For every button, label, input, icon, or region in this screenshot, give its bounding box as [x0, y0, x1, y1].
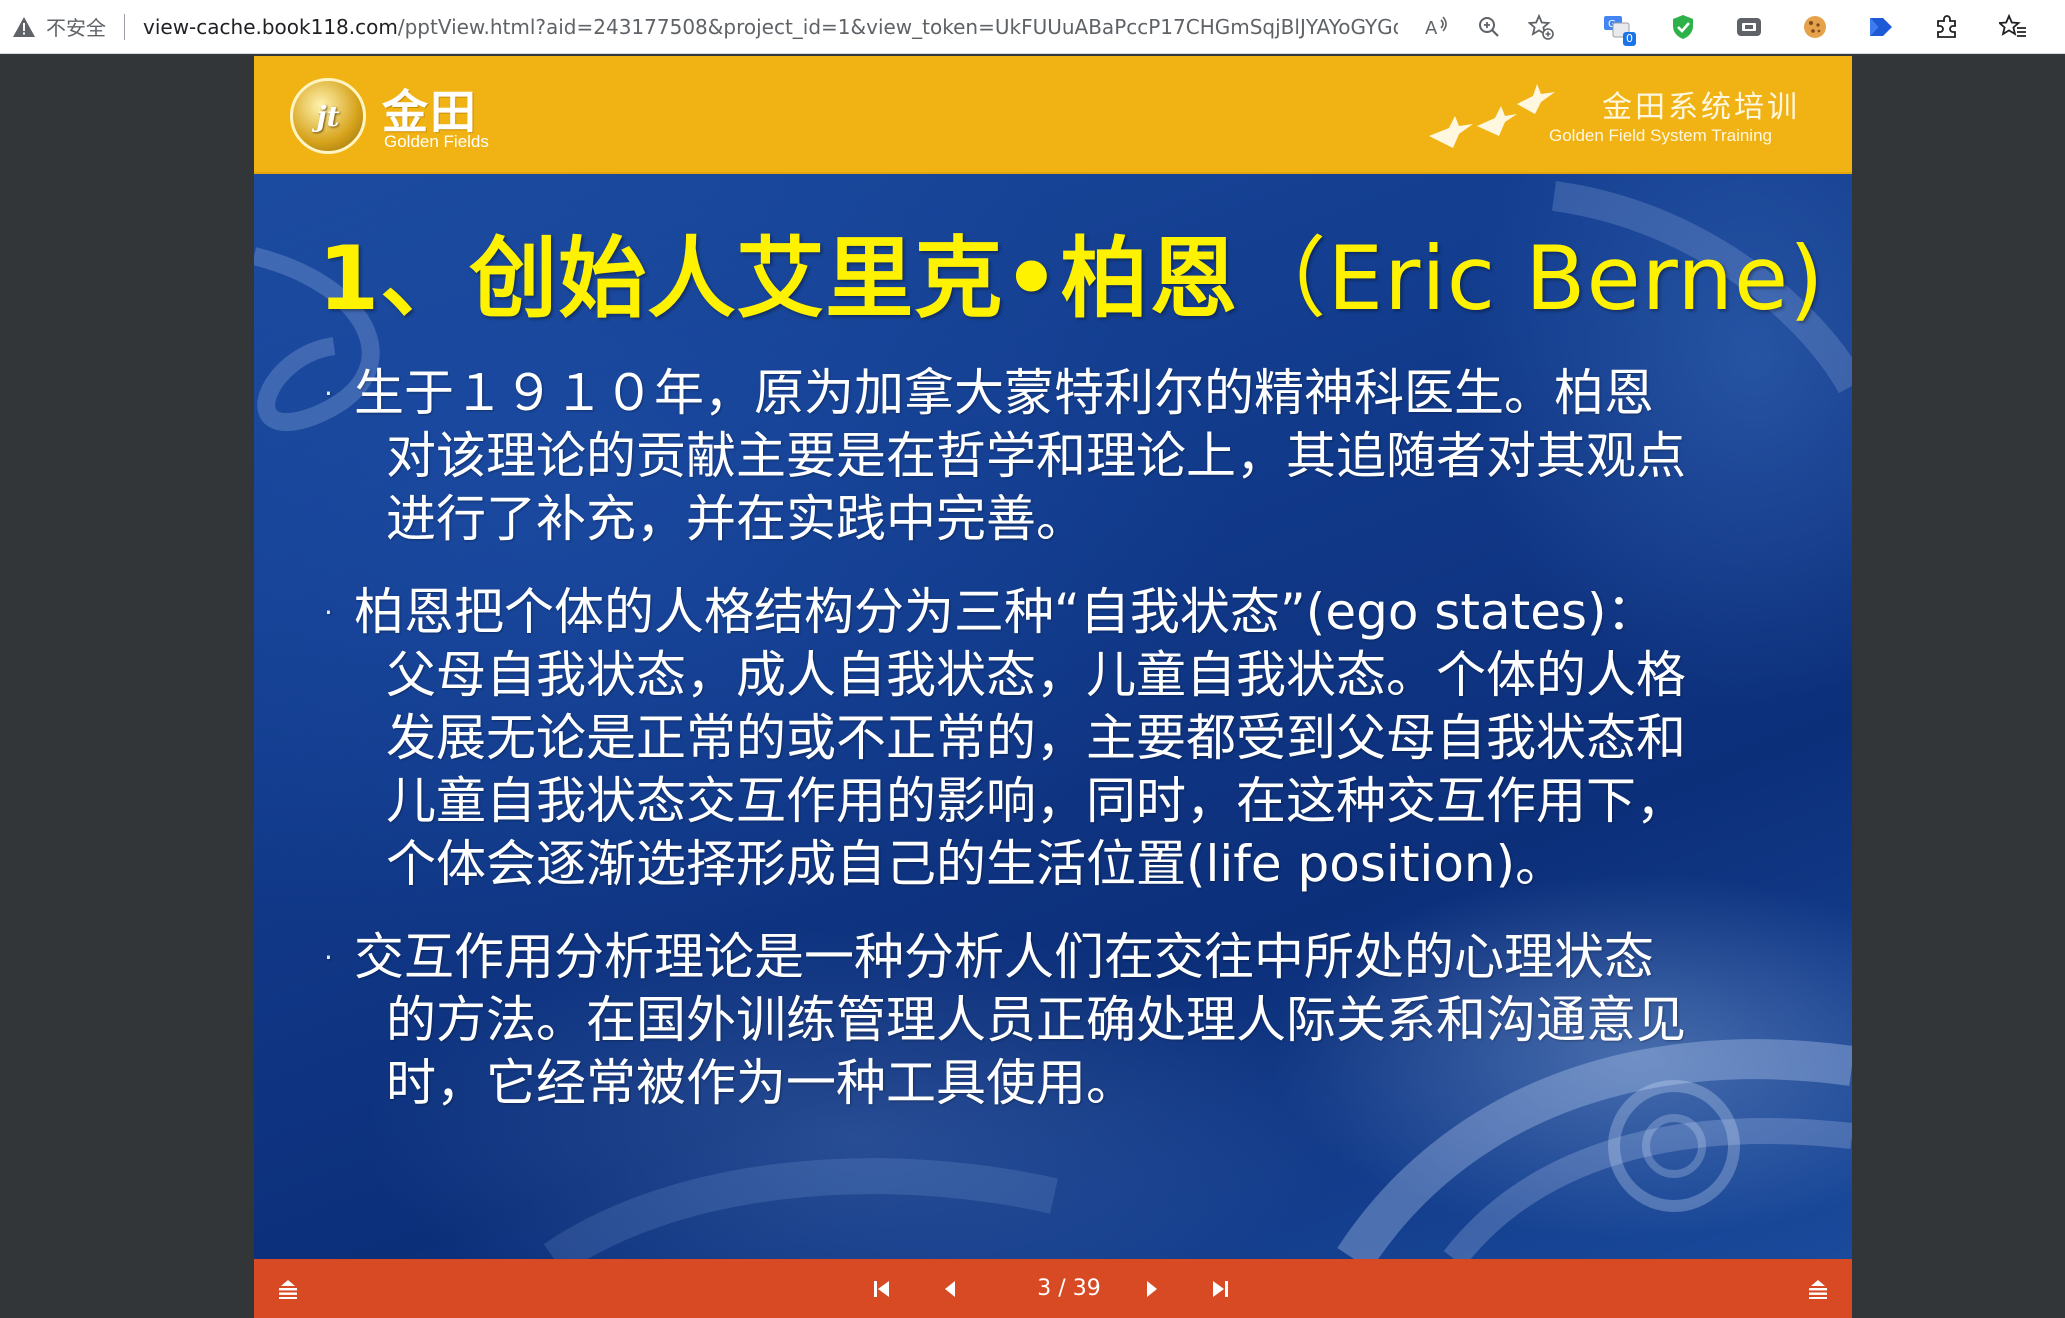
menu-icon — [1809, 1280, 1827, 1299]
slide-title-cn: 1、创始人艾里克•柏恩 — [318, 227, 1239, 330]
url-host: view-cache.book118.com — [143, 14, 398, 39]
next-page-button[interactable] — [1136, 1273, 1168, 1305]
security-label: 不安全 — [46, 16, 106, 40]
first-page-button[interactable] — [866, 1273, 898, 1305]
prev-page-icon — [945, 1281, 955, 1297]
slide-viewer: jt 金田 Golden Fields 金田系统培训 Golden Field … — [254, 56, 1852, 1318]
bullet-marker: · — [324, 941, 333, 974]
browser-address-bar: 不安全 view-cache.book118.com/pptView.html?… — [0, 0, 2065, 54]
viewer-toolbar: 3 / 39 — [254, 1259, 1852, 1318]
bullet-line: 父母自我状态，成人自我状态，儿童自我状态。个体的人格 — [386, 646, 1686, 704]
bullet-line: 交互作用分析理论是一种分析人们在交往中所处的心理状态 — [354, 928, 1654, 986]
training-title-cn: 金田系统培训 — [1602, 90, 1800, 125]
page-counter: 3 / 39 — [1037, 1276, 1101, 1301]
translate-icon[interactable]: G 0 — [1600, 10, 1636, 46]
bullet-line: 的方法。在国外训练管理人员正确处理人际关系和沟通意见 — [386, 991, 1686, 1049]
slide-title: 1、创始人艾里克•柏恩（Eric Berne) — [318, 208, 1824, 335]
last-page-icon — [1213, 1281, 1228, 1297]
add-favorite-icon[interactable] — [1524, 10, 1558, 44]
url-path: /pptView.html?aid=243177508&project_id=1… — [397, 14, 1398, 39]
next-page-icon — [1147, 1281, 1157, 1297]
bullet-line: 生于１９１０年，原为加拿大蒙特利尔的精神科医生。柏恩 — [354, 364, 1654, 422]
warning-icon — [10, 13, 38, 41]
training-title-en: Golden Field System Training — [1549, 126, 1772, 145]
bullet-line: 发展无论是正常的或不正常的，主要都受到父母自我状态和 — [386, 709, 1686, 767]
slide-header: jt 金田 Golden Fields 金田系统培训 Golden Field … — [254, 56, 1852, 174]
bullet-marker: · — [324, 596, 333, 629]
menu-icon — [279, 1280, 297, 1299]
company-logo: jt — [290, 78, 366, 154]
slide-title-en: （Eric Berne) — [1238, 227, 1825, 330]
menu-left-button[interactable] — [272, 1273, 304, 1305]
zoom-icon[interactable] — [1472, 10, 1506, 44]
bullet-item: · 柏恩把个体的人格结构分为三种“自我状态”(ego states)： 父母自我… — [324, 581, 1794, 896]
bullet-list: · 生于１９１０年，原为加拿大蒙特利尔的精神科医生。柏恩 对该理论的贡献主要是在… — [324, 362, 1794, 1145]
bullet-line: 进行了补充，并在实践中完善。 — [386, 490, 1086, 548]
prev-page-button[interactable] — [934, 1273, 966, 1305]
favorites-icon[interactable] — [1996, 10, 2030, 44]
bullet-item: · 交互作用分析理论是一种分析人们在交往中所处的心理状态 的方法。在国外训练管理… — [324, 926, 1794, 1115]
puzzle-icon[interactable] — [1930, 10, 1964, 44]
brand-name-en: Golden Fields — [384, 132, 489, 151]
extension-badge: 0 — [1623, 32, 1636, 46]
bullet-line: 对该理论的贡献主要是在哲学和理论上，其追随者对其观点 — [386, 427, 1686, 485]
screenshot-icon[interactable] — [1732, 10, 1766, 44]
arrow-extension-icon[interactable] — [1864, 10, 1898, 44]
cookie-icon[interactable] — [1798, 10, 1832, 44]
birds-icon — [1429, 84, 1555, 148]
security-indicator[interactable]: 不安全 — [10, 12, 106, 41]
slide: jt 金田 Golden Fields 金田系统培训 Golden Field … — [254, 56, 1852, 1259]
bullet-line: 儿童自我状态交互作用的影响，同时，在这种交互作用下， — [386, 772, 1686, 830]
read-aloud-icon[interactable]: A — [1420, 10, 1454, 44]
last-page-button[interactable] — [1204, 1273, 1236, 1305]
bullet-line: 柏恩把个体的人格结构分为三种“自我状态”(ego states)： — [354, 583, 1657, 641]
address-separator — [124, 13, 125, 40]
bullet-line: 个体会逐渐选择形成自己的生活位置(life position)。 — [386, 835, 1566, 893]
bullet-marker: · — [324, 377, 333, 410]
first-page-icon — [874, 1281, 889, 1297]
logo-text: jt — [316, 99, 340, 133]
menu-right-button[interactable] — [1802, 1273, 1834, 1305]
url-field[interactable]: view-cache.book118.com/pptView.html?aid=… — [143, 15, 1398, 39]
svg-text:A: A — [1425, 18, 1438, 39]
bullet-line: 时，它经常被作为一种工具使用。 — [386, 1054, 1136, 1112]
bullet-item: · 生于１９１０年，原为加拿大蒙特利尔的精神科医生。柏恩 对该理论的贡献主要是在… — [324, 362, 1794, 551]
shield-icon[interactable] — [1666, 10, 1700, 44]
